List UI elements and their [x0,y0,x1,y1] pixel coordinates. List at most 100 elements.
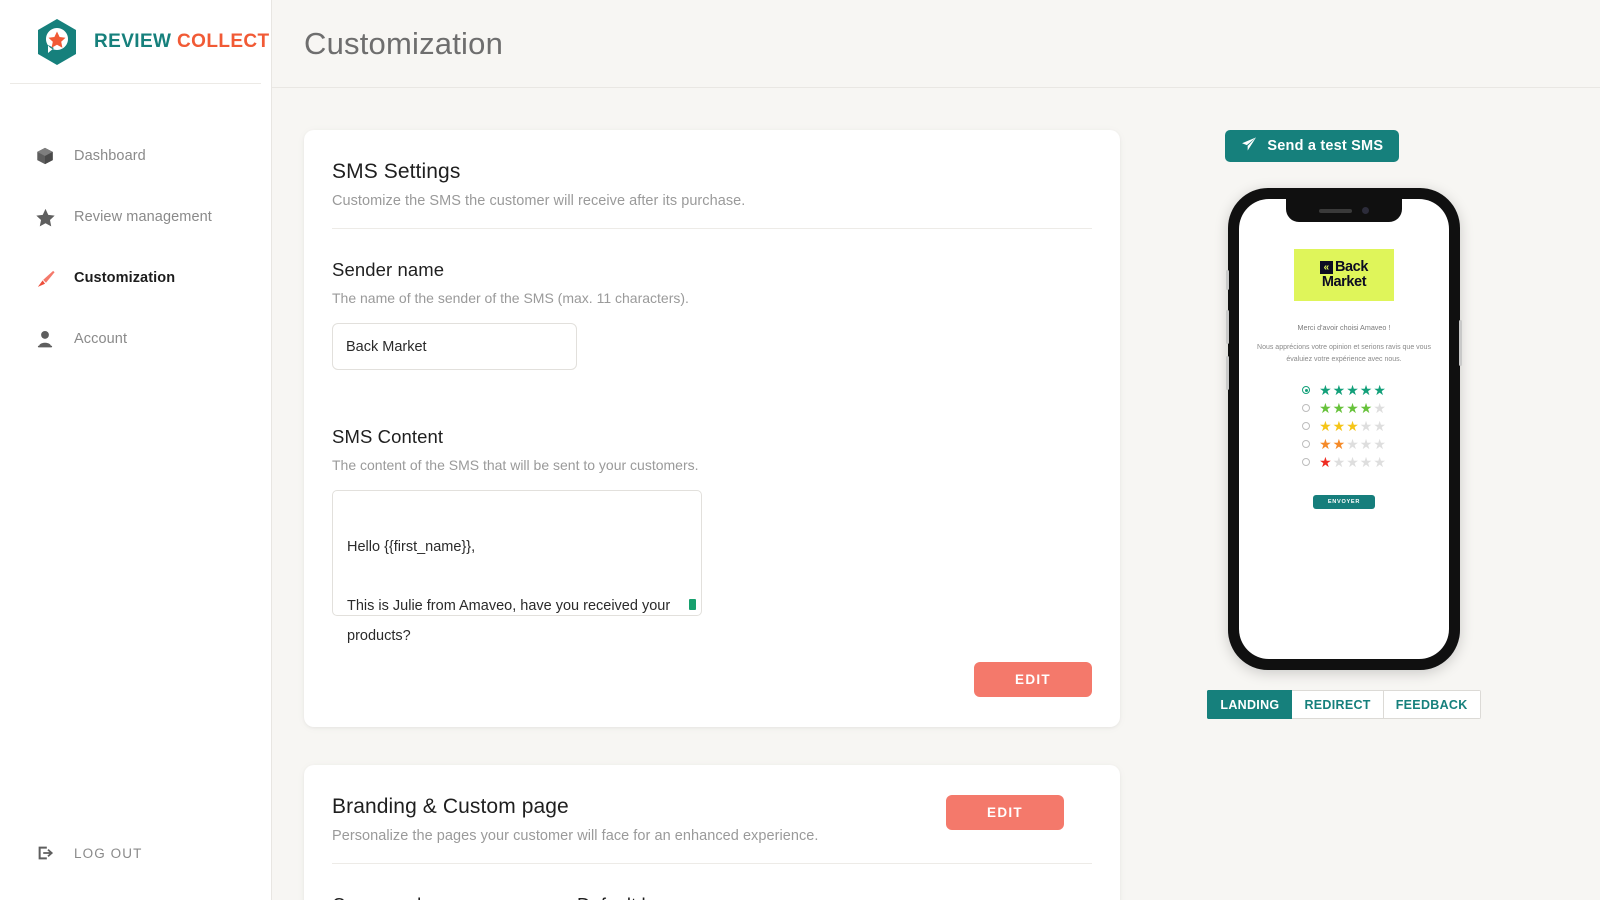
rating-radio-icon[interactable] [1302,458,1311,467]
sender-name-input[interactable]: Back Market [332,323,577,370]
preview-tab-redirect[interactable]: REDIRECT [1292,690,1384,719]
preview-mode-tabs: LANDING REDIRECT FEEDBACK [1207,690,1481,719]
sidebar-item-label: Account [74,331,128,347]
logout-arrow-icon [34,842,56,864]
rating-radio-icon[interactable] [1302,404,1311,413]
sms-edit-row: EDIT [332,616,1092,727]
rating-radio-icon[interactable] [1302,422,1311,431]
star-icon: ★ [1332,418,1346,435]
rating-stars: ★ ★ ★ ★ ★ [1319,383,1386,397]
sms-content-field: SMS Content The content of the SMS that … [332,370,1092,644]
sms-content-textarea[interactable]: Hello {{first_name}}, This is Julie from… [332,490,702,644]
content-area: SMS Settings Customize the SMS the custo… [272,88,1600,900]
default-language-label: Default language [577,894,1092,900]
back-market-logo-text-1: Back [1334,259,1369,276]
paintbrush-icon [34,267,56,289]
star-icon: ★ [1373,418,1386,435]
person-icon [34,328,56,350]
star-icon: ★ [1346,382,1359,399]
star-icon: ★ [1359,454,1373,471]
sidebar-item-label: Review management [74,209,212,225]
sidebar-item-label: Customization [74,270,176,286]
rating-stars: ★ ★ ★ ★ ★ [1319,401,1386,415]
rating-radio-icon[interactable] [1302,440,1311,449]
rating-stars: ★ ★ ★ ★ ★ [1319,419,1386,433]
sender-name-help: The name of the sender of the SMS (max. … [332,290,689,306]
sms-settings-header: SMS Settings Customize the SMS the custo… [332,130,1092,229]
star-icon: ★ [1373,454,1386,471]
star-icon: ★ [1346,454,1359,471]
back-market-chevron-mark-icon: « [1319,261,1333,275]
phone-power-button [1458,320,1462,366]
star-icon: ★ [1332,400,1346,417]
star-icon: ★ [1359,400,1373,417]
phone-volume-up [1225,310,1229,344]
phone-camera [1361,207,1369,214]
branding-subtitle: Personalize the pages your customer will… [332,828,819,844]
sidebar-item-label: Dashboard [74,148,146,164]
star-icon: ★ [1319,418,1332,435]
rating-option-4-star[interactable]: ★ ★ ★ ★ ★ [1302,401,1386,415]
back-market-logo: « Back Market [1293,249,1394,301]
star-icon: ★ [1373,400,1386,417]
sender-name-field: Sender name The name of the sender of th… [332,229,1092,370]
sidebar-item-customization[interactable]: Customization [0,258,271,298]
sms-content-label: SMS Content [332,426,444,447]
back-market-logo-text-2: Market [1321,274,1367,290]
logout-label: LOG OUT [74,845,143,861]
page-title: Customization [304,25,504,61]
phone-speaker [1318,208,1352,213]
star-icon: ★ [1373,382,1386,399]
phone-submit-button[interactable]: ENVOYER [1312,495,1375,510]
phone-mute-switch [1225,270,1229,290]
rating-radio-icon[interactable] [1302,386,1311,395]
rating-stars: ★ ★ ★ ★ ★ [1319,437,1386,451]
sidebar-item-review-management[interactable]: Review management [0,197,271,237]
star-icon: ★ [1332,454,1346,471]
sidebar-item-account[interactable]: Account [0,319,271,359]
send-test-sms-button[interactable]: Send a test SMS [1225,130,1400,162]
star-icon: ★ [1319,454,1332,471]
brand-word-collect: COLLECT [177,30,270,52]
preview-tab-feedback[interactable]: FEEDBACK [1383,690,1481,719]
hexagon-star-logo-icon [34,17,80,67]
app-root: REVIEW COLLECT Dashboard Review manageme… [0,0,1600,900]
sms-edit-button[interactable]: EDIT [974,662,1092,697]
default-language-field: Default language Choose the default lang… [577,894,1092,900]
logout-button[interactable]: LOG OUT [0,842,142,864]
preview-column: Send a test SMS « Back Market Merci d'av… [1120,130,1568,900]
rating-option-3-star[interactable]: ★ ★ ★ ★ ★ [1302,419,1386,433]
star-icon: ★ [1359,436,1373,453]
back-market-logo-line-1: « Back [1319,259,1369,276]
star-icon: ★ [1373,436,1386,453]
star-icon: ★ [1346,436,1359,453]
sms-content-help: The content of the SMS that will be sent… [332,457,699,473]
send-test-sms-label: Send a test SMS [1267,138,1384,154]
sms-settings-subtitle: Customize the SMS the customer will rece… [332,193,746,209]
company-logo-label: Company logo [332,894,577,900]
branding-card: Branding & Custom page Personalize the p… [304,765,1120,900]
sidebar-nav: Dashboard Review management Customizatio… [0,136,271,380]
brand-logo-area[interactable]: REVIEW COLLECT [10,0,269,84]
brand-wordmark: REVIEW COLLECT [94,31,270,53]
phone-description-text: Nous apprécions votre opinion et serions… [1257,344,1431,363]
phone-preview-frame: « Back Market Merci d'avoir choisi Amave… [1225,188,1462,670]
rating-option-1-star[interactable]: ★ ★ ★ ★ ★ [1302,455,1386,469]
sidebar-item-dashboard[interactable]: Dashboard [0,136,271,176]
preview-tab-landing[interactable]: LANDING [1207,690,1293,719]
sms-settings-title: SMS Settings [332,160,461,183]
textarea-resize-handle[interactable] [689,599,696,610]
star-icon: ★ [1346,400,1359,417]
settings-column: SMS Settings Customize the SMS the custo… [304,130,1120,900]
phone-thanks-text: Merci d'avoir choisi Amaveo ! [1297,323,1391,332]
phone-screen: « Back Market Merci d'avoir choisi Amave… [1238,199,1449,659]
branding-edit-button[interactable]: EDIT [946,795,1064,830]
rating-option-5-star[interactable]: ★ ★ ★ ★ ★ [1302,383,1386,397]
divider [332,863,1092,864]
star-icon: ★ [1332,382,1346,399]
rating-option-2-star[interactable]: ★ ★ ★ ★ ★ [1302,437,1386,451]
branding-fields: Company logo Default language Choose the… [332,864,1092,900]
paper-plane-icon [1241,136,1257,156]
branding-header: Branding & Custom page Personalize the p… [332,765,1092,864]
preview-wrapper: Send a test SMS « Back Market Merci d'av… [1207,130,1481,719]
